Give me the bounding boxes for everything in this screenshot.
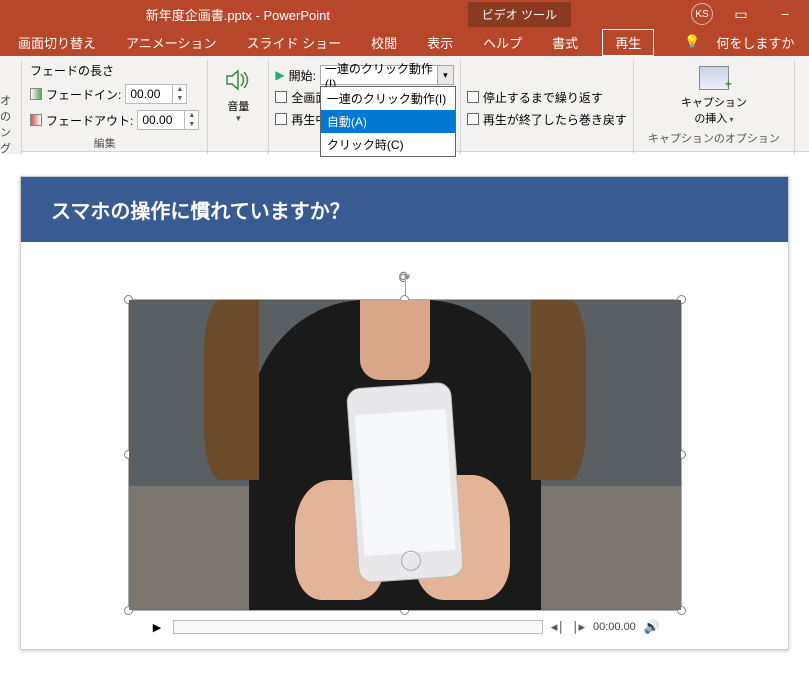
fade-in-spinner[interactable]: ▲▼ (125, 84, 187, 104)
group-edit-label: 編集 (10, 135, 199, 153)
tab-slideshow[interactable]: スライド ショー (241, 29, 348, 56)
tab-playback[interactable]: 再生 (602, 29, 654, 56)
tell-me-label: 何をしますか (710, 29, 800, 56)
fade-out-icon (30, 114, 42, 126)
slide[interactable]: スマホの操作に慣れていますか？ ⟳ ⟳ (20, 176, 789, 650)
spin-up-icon[interactable]: ▲ (173, 85, 186, 94)
volume-icon[interactable] (222, 64, 254, 96)
fade-out-input[interactable] (138, 111, 184, 129)
group-video-options-2: 停止するまで繰り返す 再生が終了したら巻き戻す (461, 60, 634, 154)
context-tab: ビデオ ツール (468, 2, 571, 27)
spin-down-icon[interactable]: ▼ (173, 94, 186, 103)
doc-name: 新年度企画書.pptx (146, 8, 252, 23)
fade-in-input[interactable] (126, 85, 172, 103)
slide-body: ⟳ ⟳ (21, 242, 788, 649)
volume-label: 音量 (227, 98, 249, 114)
spin-up-icon[interactable]: ▲ (185, 111, 198, 120)
rotate-handle-icon[interactable]: ⟳ (399, 268, 411, 285)
crop-text-1: オの (0, 92, 21, 124)
slide-title[interactable]: スマホの操作に慣れていますか？ (21, 177, 788, 242)
group-volume: 音量 ▼ (208, 60, 269, 154)
user-badge[interactable]: KS (691, 3, 713, 25)
fade-in-icon (30, 88, 42, 100)
loop-label: 停止するまで繰り返す (483, 89, 603, 106)
tab-view[interactable]: 表示 (421, 29, 459, 56)
tab-help[interactable]: ヘルプ (477, 29, 528, 56)
tell-me[interactable]: 💡 何をしますか (672, 25, 806, 60)
dropdown-opt-inclick[interactable]: 一連のクリック動作(I) (321, 87, 455, 110)
loop-checkbox[interactable] (467, 91, 479, 103)
tab-review[interactable]: 校閲 (365, 29, 403, 56)
start-dropdown: 一連のクリック動作(I) 自動(A) クリック時(C) (320, 86, 456, 157)
fade-in-label: フェードイン: (46, 86, 121, 103)
video-timeline[interactable] (173, 620, 543, 634)
start-combo[interactable]: 一連のクリック動作(I) ▾ 一連のクリック動作(I) 自動(A) クリック時(… (320, 65, 454, 85)
step-back-button[interactable]: ◂∣ (551, 619, 564, 635)
tab-format[interactable]: 書式 (546, 29, 584, 56)
fade-out-label: フェードアウト: (46, 112, 133, 129)
video-thumbnail (129, 300, 681, 610)
video-player-bar: ▶ ◂∣ ∣▸ 00:00.00 🔊 (141, 615, 668, 639)
bulb-icon: 💡 (678, 30, 706, 54)
fade-title: フェードの長さ (30, 62, 199, 79)
fullscreen-checkbox[interactable] (275, 91, 287, 103)
video-object[interactable]: ⟳ (128, 299, 682, 611)
rewind-checkbox[interactable] (467, 113, 479, 125)
chevron-down-icon: ▾ (727, 115, 733, 124)
fade-out-spinner[interactable]: ▲▼ (137, 110, 199, 130)
app-name: PowerPoint (263, 8, 329, 23)
mute-button[interactable]: 🔊 (644, 619, 660, 635)
start-label: 開始: (289, 67, 316, 84)
start-icon: ▶ (275, 68, 284, 82)
dropdown-opt-auto[interactable]: 自動(A) (321, 110, 455, 133)
caption-label[interactable]: キャプション の挿入 ▾ (681, 94, 747, 126)
group-fade: フェードの長さ フェードイン: ▲▼ フェードアウト: ▲▼ 編集 (22, 60, 208, 154)
title-text: 新年度企画書.pptx - PowerPoint (8, 5, 468, 24)
step-fwd-button[interactable]: ∣▸ (572, 619, 585, 635)
rewind-label: 再生が終了したら巻き戻す (483, 111, 627, 128)
slide-canvas: スマホの操作に慣れていますか？ ⟳ ⟳ (0, 152, 809, 674)
dropdown-opt-onclick[interactable]: クリック時(C) (321, 133, 455, 156)
caption-label-2: の挿入 (694, 113, 727, 125)
caption-label-1: キャプション (681, 94, 747, 110)
ribbon: オの ング フェードの長さ フェードイン: ▲▼ フェードアウト: ▲▼ (0, 56, 809, 152)
video-time: 00:00.00 (593, 621, 636, 633)
restore-button[interactable]: ▭ (725, 3, 757, 25)
tab-transition[interactable]: 画面切り替え (12, 29, 102, 56)
group-video-options: ▶ 開始: 一連のクリック動作(I) ▾ 一連のクリック動作(I) 自動(A) … (269, 60, 461, 154)
play-button[interactable]: ▶ (149, 619, 165, 635)
ribbon-tabs: 画面切り替え アニメーション スライド ショー 校閲 表示 ヘルプ 書式 再生 … (0, 28, 809, 56)
insert-caption-icon[interactable] (699, 66, 729, 90)
chevron-down-icon[interactable]: ▾ (437, 66, 453, 84)
hide-playing-checkbox[interactable] (275, 113, 287, 125)
chevron-down-icon[interactable]: ▼ (234, 114, 242, 123)
group-caption: キャプション の挿入 ▾ キャプションのオプション (634, 60, 795, 154)
spin-down-icon[interactable]: ▼ (185, 120, 198, 129)
tab-animation[interactable]: アニメーション (120, 29, 222, 56)
minimize-button[interactable]: − (769, 3, 801, 25)
caption-group-label: キャプションのオプション (648, 130, 780, 148)
